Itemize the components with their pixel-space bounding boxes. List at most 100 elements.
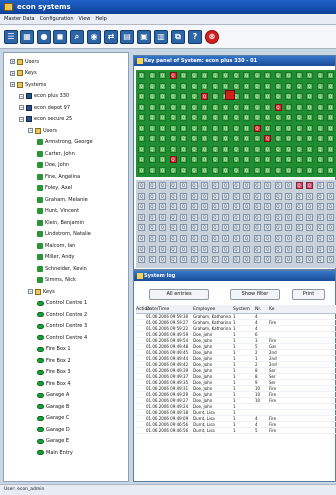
key-slot[interactable]: Q (169, 256, 177, 264)
key-slot[interactable]: Q (169, 182, 177, 189)
tree-item[interactable]: Control Centre 4 (37, 334, 87, 341)
key-slot[interactable]: Q (138, 124, 145, 132)
key-slot[interactable]: Q (138, 145, 145, 153)
key-slot[interactable]: Q (148, 124, 156, 132)
key-slot[interactable]: Q (306, 156, 313, 163)
key-slot[interactable]: Q (295, 203, 303, 211)
key-slot[interactable]: Q (316, 145, 324, 153)
key-slot[interactable]: Q (306, 224, 313, 232)
key-slot[interactable]: Q (138, 72, 145, 79)
key-slot[interactable]: Q (295, 192, 303, 200)
key-slot[interactable]: Q (243, 182, 250, 189)
key-slot[interactable]: Q (148, 145, 156, 153)
key-slot[interactable]: Q (222, 103, 229, 111)
column-header-action[interactable]: Action (136, 307, 150, 312)
key-slot[interactable]: Q (316, 82, 324, 90)
key-slot[interactable]: Q (190, 182, 198, 189)
key-slot[interactable]: Q (211, 203, 219, 211)
key-slot[interactable]: Q (222, 203, 229, 211)
key-slot[interactable]: Q (243, 224, 250, 232)
key-slot[interactable]: Q (232, 145, 240, 153)
key-slot[interactable]: Q (306, 103, 313, 111)
key-slot[interactable]: Q (264, 82, 271, 90)
key-slot[interactable]: Q (211, 103, 219, 111)
tree-item[interactable]: Main Entry (37, 449, 73, 456)
key-slot[interactable]: Q (180, 166, 187, 174)
key-slot[interactable]: Q (180, 256, 187, 264)
key-slot[interactable]: Q (306, 256, 313, 264)
key-slot[interactable]: Q (285, 224, 292, 232)
key-slot[interactable]: Q (169, 224, 177, 232)
table-icon[interactable]: ▤ (120, 30, 134, 44)
tree-item[interactable]: + Keys (10, 70, 37, 77)
tree-item[interactable]: Miller, Andy (37, 254, 75, 261)
key-slot[interactable]: Q (253, 235, 261, 242)
key-slot[interactable]: Q (232, 114, 240, 121)
key-slot[interactable]: Q (190, 166, 198, 174)
key-slot[interactable]: Q (264, 256, 271, 264)
key-slot[interactable]: Q (138, 213, 145, 221)
key-slot[interactable]: Q (190, 72, 198, 79)
tree-item[interactable]: Fire Box 4 (37, 380, 71, 387)
key-slot[interactable]: Q (232, 192, 240, 200)
key-slot[interactable]: Q (138, 114, 145, 121)
key-slot[interactable]: Q (232, 72, 240, 79)
key-slot[interactable]: Q (222, 82, 229, 90)
key-slot[interactable]: Q (159, 145, 166, 153)
key-slot[interactable]: Q (201, 114, 208, 121)
key-slot[interactable]: Q (327, 82, 334, 90)
key-slot[interactable]: Q (316, 93, 324, 100)
key-slot[interactable]: Q (253, 82, 261, 90)
key-slot[interactable]: Q (243, 166, 250, 174)
key-slot[interactable]: Q (232, 235, 240, 242)
key-slot[interactable]: Q (201, 135, 208, 142)
key-slot[interactable]: Q (190, 135, 198, 142)
key-slot[interactable]: Q (285, 72, 292, 79)
key-slot[interactable]: Q (159, 203, 166, 211)
key-slot[interactable]: Q (169, 156, 177, 163)
key-slot[interactable]: Q (138, 156, 145, 163)
key-slot[interactable]: Q (295, 145, 303, 153)
key-slot[interactable]: Q (190, 124, 198, 132)
key-slot[interactable]: Q (232, 124, 240, 132)
document-icon[interactable]: ▥ (154, 30, 168, 44)
key-slot[interactable]: Q (159, 182, 166, 189)
key-slot[interactable]: Q (327, 166, 334, 174)
key-slot[interactable]: Q (180, 192, 187, 200)
key-slot[interactable]: Q (295, 166, 303, 174)
key-slot[interactable]: Q (211, 145, 219, 153)
key-slot[interactable]: Q (264, 124, 271, 132)
tree-item[interactable]: − econ plus 330 (19, 93, 69, 100)
expand-toggle[interactable]: − (19, 105, 24, 110)
key-slot[interactable]: Q (316, 245, 324, 253)
key-slot[interactable]: Q (138, 182, 145, 189)
key-slot[interactable]: Q (169, 93, 177, 100)
key-slot[interactable]: Q (201, 93, 208, 100)
key-slot[interactable]: Q (253, 203, 261, 211)
key-slot[interactable]: Q (316, 72, 324, 79)
key-slot[interactable]: Q (211, 182, 219, 189)
tree-item[interactable]: Simms, Nick (37, 277, 76, 284)
key-slot[interactable]: Q (222, 72, 229, 79)
key-slot[interactable]: Q (159, 166, 166, 174)
key-slot[interactable]: Q (274, 124, 282, 132)
key-slot[interactable]: Q (306, 82, 313, 90)
key-slot[interactable]: Q (201, 192, 208, 200)
key-slot[interactable]: Q (159, 224, 166, 232)
key-slot[interactable]: Q (201, 245, 208, 253)
users-icon[interactable]: ◼ (53, 30, 67, 44)
tree-item[interactable]: Fine, Angelina (37, 173, 80, 180)
expand-toggle[interactable]: + (10, 59, 15, 64)
key-slot[interactable]: Q (190, 114, 198, 121)
key-slot[interactable]: Q (274, 103, 282, 111)
key-slot[interactable]: Q (211, 114, 219, 121)
key-slot[interactable]: Q (169, 114, 177, 121)
key-slot[interactable]: Q (243, 256, 250, 264)
key-slot[interactable]: Q (274, 245, 282, 253)
key-slot[interactable]: Q (180, 156, 187, 163)
key-slot[interactable]: Q (306, 135, 313, 142)
key-slot[interactable]: Q (253, 224, 261, 232)
key-slot[interactable]: Q (264, 182, 271, 189)
tree-item[interactable]: − Keys (28, 288, 55, 295)
key-slot[interactable]: Q (264, 103, 271, 111)
